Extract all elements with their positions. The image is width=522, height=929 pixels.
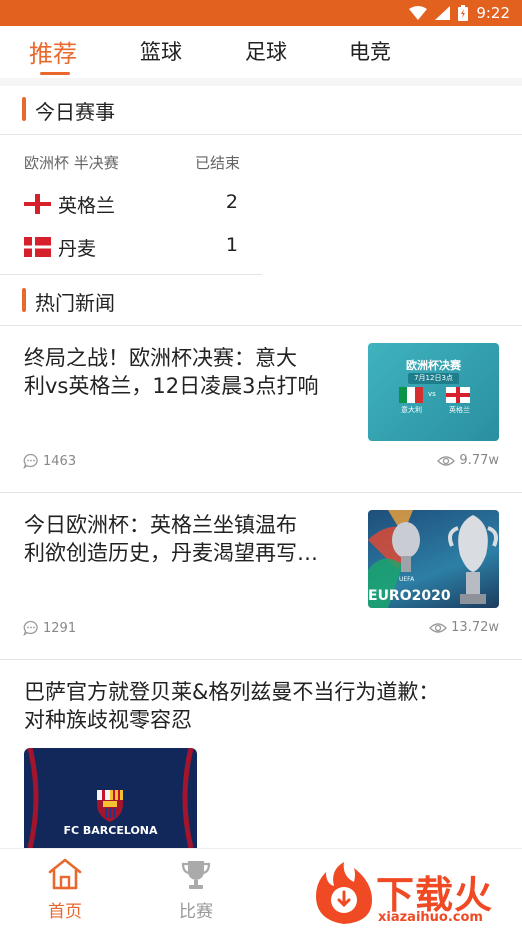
- news-comments: 1463: [23, 453, 76, 469]
- battery-icon: [458, 5, 469, 21]
- home-icon: [48, 858, 82, 890]
- news-views: 9.77w: [437, 453, 499, 468]
- team-name-away: 丹麦: [58, 238, 97, 260]
- thumb-title: 欧洲杯决赛: [406, 359, 461, 372]
- tab-esports[interactable]: 电竞: [349, 36, 391, 66]
- denmark-flag-icon: [24, 237, 51, 257]
- wifi-icon: [409, 6, 428, 20]
- eye-icon: [437, 455, 456, 466]
- thumb-logo: FC BARCELONA: [63, 824, 158, 837]
- news-thumbnail: 欧洲杯决赛 7月12日3点 vs 意大利 英格兰: [368, 343, 499, 441]
- team-row-home: 英格兰 2: [24, 189, 238, 219]
- tab-recommend[interactable]: 推荐: [29, 34, 77, 69]
- status-time: 9:22: [476, 4, 510, 22]
- news-thumbnail: UEFA EURO2020: [368, 510, 499, 608]
- view-count: 9.77w: [459, 453, 499, 468]
- italy-flag-icon: [399, 387, 423, 403]
- thumb-vs: vs: [428, 390, 436, 398]
- thumb-team1: 意大利: [401, 406, 422, 414]
- divider: [0, 659, 522, 660]
- active-tab-indicator: [40, 72, 70, 75]
- section-accent-bar: [22, 288, 26, 312]
- thumb-subtitle: 7月12日3点: [408, 373, 459, 384]
- nav-matches[interactable]: 比赛: [156, 857, 236, 922]
- divider: [0, 134, 522, 135]
- thumb-logo: EURO2020: [368, 588, 451, 604]
- category-tabs: 推荐 篮球 足球 电竞: [0, 26, 522, 78]
- match-status: 已结束: [195, 154, 241, 172]
- england-flag-icon: [446, 387, 470, 403]
- signal-icon: [435, 6, 451, 20]
- section-title-hot: 热门新闻: [35, 291, 115, 315]
- tab-football[interactable]: 足球: [245, 36, 287, 66]
- comment-count: 1463: [43, 453, 77, 469]
- barcelona-crest-icon: [97, 790, 123, 822]
- flame-logo-icon: [316, 862, 372, 924]
- nav-home[interactable]: 首页: [25, 857, 105, 922]
- view-count: 13.72w: [451, 620, 499, 635]
- news-title: 终局之战！欧洲杯决赛：意大 利vs英格兰，12日凌晨3点打响: [24, 346, 319, 398]
- nav-home-label: 首页: [48, 902, 82, 922]
- thumb-team2: 英格兰: [449, 406, 470, 414]
- watermark-site: xiazaihuo.com: [378, 910, 483, 925]
- team-score-home: 2: [225, 191, 238, 213]
- comment-count: 1291: [43, 620, 77, 636]
- divider: [0, 492, 522, 493]
- match-competition: 欧洲杯 半决赛: [24, 154, 119, 172]
- thumb-logo-small: UEFA: [399, 576, 415, 583]
- nav-matches-label: 比赛: [179, 902, 213, 922]
- news-title: 巴萨官方就登贝莱&格列兹曼不当行为道歉： 对种族歧视零容忍: [24, 680, 440, 732]
- team-score-away: 1: [225, 234, 238, 256]
- status-bar: 9:22: [0, 0, 522, 26]
- team-row-away: 丹麦 1: [24, 232, 238, 262]
- news-views: 13.72w: [429, 620, 499, 635]
- tabs-separator: [0, 78, 522, 86]
- trophy-icon: [181, 861, 211, 889]
- comment-icon: [23, 453, 38, 469]
- watermark: 下载火 xiazaihuo.com: [310, 858, 522, 928]
- news-title: 今日欧洲杯：英格兰坐镇温布 利欲创造历史，丹麦渴望再写…: [24, 513, 318, 565]
- tab-basketball[interactable]: 篮球: [140, 36, 182, 66]
- eye-icon: [429, 622, 448, 633]
- news-comments: 1291: [23, 620, 76, 636]
- team-name-home: 英格兰: [58, 195, 116, 217]
- divider: [0, 325, 522, 326]
- section-title-today: 今日赛事: [35, 100, 115, 124]
- news-thumbnail: FC BARCELONA: [24, 748, 197, 848]
- comment-icon: [23, 620, 38, 636]
- divider: [0, 274, 262, 275]
- section-accent-bar: [22, 97, 26, 121]
- england-flag-icon: [24, 194, 51, 214]
